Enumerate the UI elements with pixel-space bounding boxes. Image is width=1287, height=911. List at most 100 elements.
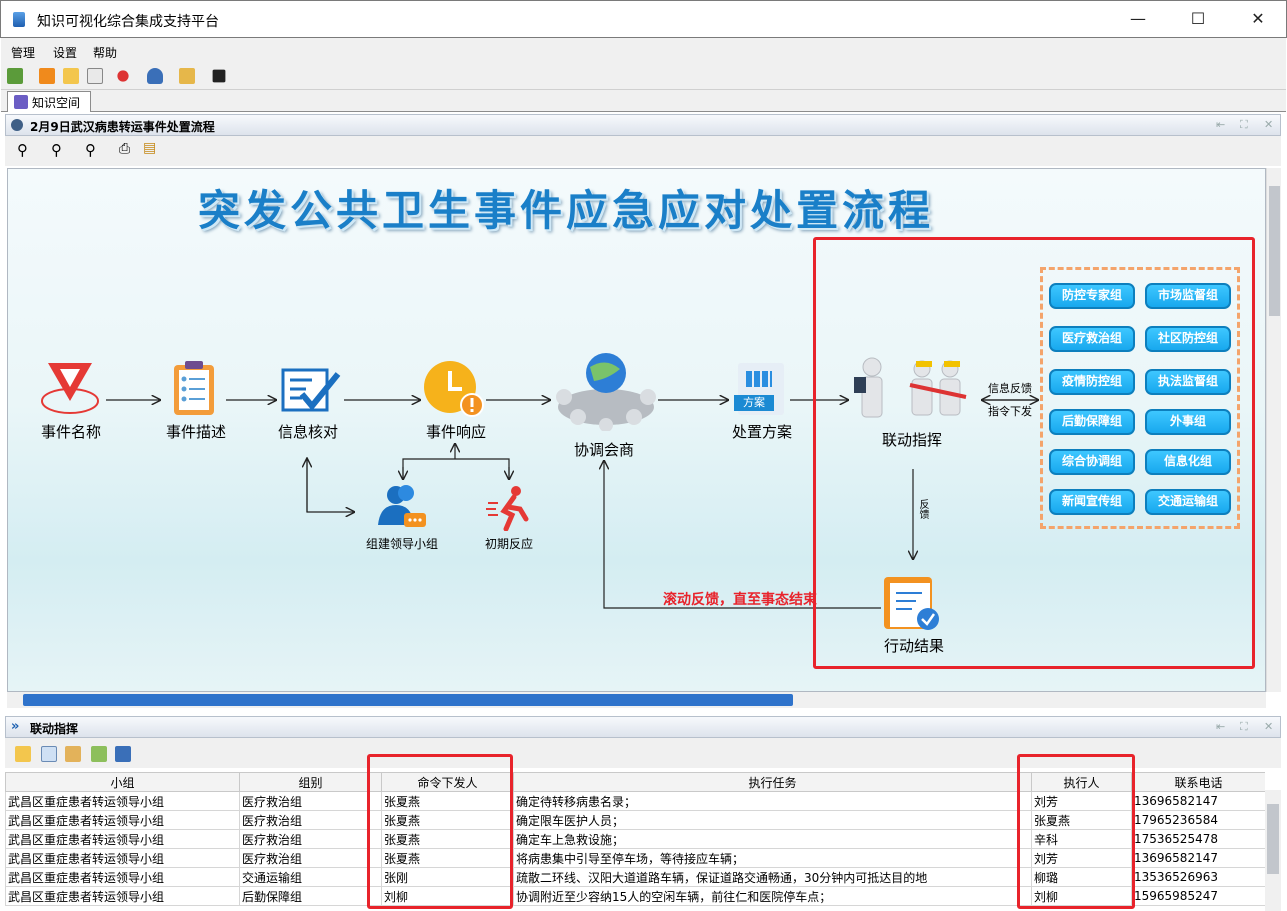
copy-icon[interactable] (41, 746, 57, 762)
cell: 协调附近至少容纳15人的空闲车辆，前往仁和医院停车点； (513, 886, 1032, 906)
highlight-box-command (813, 237, 1255, 669)
cell: 武昌区重症患者转运领导小组 (5, 829, 240, 849)
checklist-icon (174, 361, 214, 415)
cell: 13536526963 (1131, 867, 1265, 887)
diagram-canvas: 突发公共卫生事件应急应对处置流程 事件名称 事件描述 信息核对 事件响应 协调会… (7, 168, 1266, 692)
node-leader-group[interactable]: 组建领导小组 (354, 535, 450, 552)
table-vscroll[interactable] (1265, 790, 1281, 911)
tab-label: 知识空间 (32, 96, 81, 110)
cell: 确定待转移病患名录； (513, 791, 1032, 811)
cell: 将病患集中引导至停车场，等待接应车辆； (513, 848, 1032, 868)
plan-doc-icon: 方案 (734, 363, 784, 415)
tab-strip: 知识空间 (1, 90, 1286, 112)
tab-icon (14, 95, 28, 109)
cell: 后勤保障组 (239, 886, 382, 906)
table-vscroll-thumb[interactable] (1267, 804, 1279, 874)
warning-icon (41, 363, 99, 414)
maximize-pane-icon[interactable]: ⛶ (1240, 118, 1248, 132)
col-header-phone[interactable]: 联系电话 (1131, 772, 1265, 792)
app-icon (13, 12, 25, 27)
cell: 疏散二环线、汉阳大道道路车辆，保证道路交通畅通，30分钟内可抵达目的地 (513, 867, 1032, 887)
vscroll-thumb[interactable] (1269, 186, 1280, 316)
leader-group-icon (378, 485, 426, 527)
highlight-box-executor (1017, 754, 1135, 909)
cell: 武昌区重症患者转运领导小组 (5, 810, 240, 830)
flow-icon (11, 119, 23, 131)
node-event-response[interactable]: 事件响应 (416, 421, 496, 442)
pin-icon[interactable]: ⇤ (1216, 118, 1225, 131)
cell: 13696582147 (1131, 791, 1265, 811)
cell: 武昌区重症患者转运领导小组 (5, 867, 240, 887)
rss-icon[interactable] (39, 68, 55, 84)
cell: 武昌区重症患者转运领导小组 (5, 886, 240, 906)
meeting-icon (556, 353, 656, 431)
export-icon[interactable] (91, 746, 107, 762)
new-folder-icon[interactable] (15, 746, 31, 762)
exit-icon[interactable] (7, 68, 23, 84)
zoom-out-icon[interactable]: ⚲ (85, 141, 96, 159)
lower-pane-header: » 联动指挥 ⇤ ⛶ ✕ (5, 716, 1281, 738)
menu-bar: 管理 设置 帮助 (1, 38, 1286, 64)
clipboard-icon[interactable] (65, 746, 81, 762)
cell: 医疗救治组 (239, 810, 382, 830)
node-plan[interactable]: 处置方案 (724, 421, 800, 442)
cell: 武昌区重症患者转运领导小组 (5, 791, 240, 811)
print-icon[interactable]: ⎙ (119, 141, 130, 157)
diagram-vscroll[interactable] (1266, 168, 1281, 692)
tab-knowledge-space[interactable]: 知识空间 (7, 91, 91, 112)
package-icon[interactable] (179, 68, 195, 84)
diagram-pane-title: 2月9日武汉病患转运事件处置流程 (30, 120, 215, 134)
running-person-icon (486, 486, 529, 531)
cell: 确定限车医护人员； (513, 810, 1032, 830)
menu-settings[interactable]: 设置 (53, 44, 77, 61)
main-toolbar (1, 64, 1286, 90)
cell: 17536525478 (1131, 829, 1265, 849)
close-pane-icon[interactable]: ✕ (1264, 118, 1273, 131)
cell: 13696582147 (1131, 848, 1265, 868)
minimize-button[interactable]: — (1115, 1, 1161, 37)
zoom-in-icon[interactable]: ⚲ (51, 141, 62, 159)
diagram-toolbar: ⚲ ⚲ ⚲ ⎙ ▤ (5, 136, 1281, 166)
col-header-task[interactable]: 执行任务 (513, 772, 1032, 792)
node-initial[interactable]: 初期反应 (474, 535, 544, 552)
clipboard-icon[interactable]: ▤ (143, 140, 156, 156)
col-header-group[interactable]: 小组 (5, 772, 240, 792)
verify-icon (281, 368, 341, 412)
pin-icon[interactable]: ⇤ (1216, 720, 1225, 733)
hscroll-thumb[interactable] (23, 694, 793, 706)
node-event-desc[interactable]: 事件描述 (158, 421, 234, 442)
cell: 确定车上急救设施； (513, 829, 1032, 849)
cell: 17965236584 (1131, 810, 1265, 830)
node-info-check[interactable]: 信息核对 (272, 421, 344, 442)
feedback-loop-label: 滚动反馈，直至事态结束 (663, 592, 817, 608)
node-coordination[interactable]: 协调会商 (564, 439, 644, 460)
close-button[interactable]: ✕ (1235, 1, 1281, 37)
maximize-pane-icon[interactable]: ⛶ (1240, 720, 1248, 734)
diagram-hscroll[interactable] (7, 692, 1266, 708)
cell: 武昌区重症患者转运领导小组 (5, 848, 240, 868)
col-header-category[interactable]: 组别 (239, 772, 382, 792)
cell: 医疗救治组 (239, 848, 382, 868)
double-chevron-icon: » (11, 719, 20, 734)
block-icon[interactable] (117, 70, 129, 82)
close-pane-icon[interactable]: ✕ (1264, 720, 1273, 733)
zoom-fit-icon[interactable]: ⚲ (17, 141, 28, 159)
lower-pane-title: 联动指挥 (30, 722, 79, 736)
cell: 医疗救治组 (239, 829, 382, 849)
folder-icon[interactable] (63, 68, 79, 84)
diagram-pane-header: 2月9日武汉病患转运事件处置流程 ⇤ ⛶ ✕ (5, 114, 1281, 136)
menu-help[interactable]: 帮助 (93, 44, 117, 61)
menu-manage[interactable]: 管理 (11, 44, 35, 61)
import-icon[interactable] (115, 746, 131, 762)
document-icon[interactable] (87, 68, 103, 84)
camera-icon[interactable] (212, 69, 226, 83)
cell: 交通运输组 (239, 867, 382, 887)
maximize-button[interactable]: ☐ (1175, 1, 1221, 37)
title-bar: 知识可视化综合集成支持平台 — ☐ ✕ (0, 0, 1287, 38)
window-title: 知识可视化综合集成支持平台 (37, 14, 219, 30)
clock-alert-icon (424, 361, 484, 417)
cell: 15965985247 (1131, 886, 1265, 906)
user-icon[interactable] (147, 68, 163, 84)
node-event-name[interactable]: 事件名称 (36, 421, 106, 442)
plan-tag: 方案 (734, 395, 774, 411)
